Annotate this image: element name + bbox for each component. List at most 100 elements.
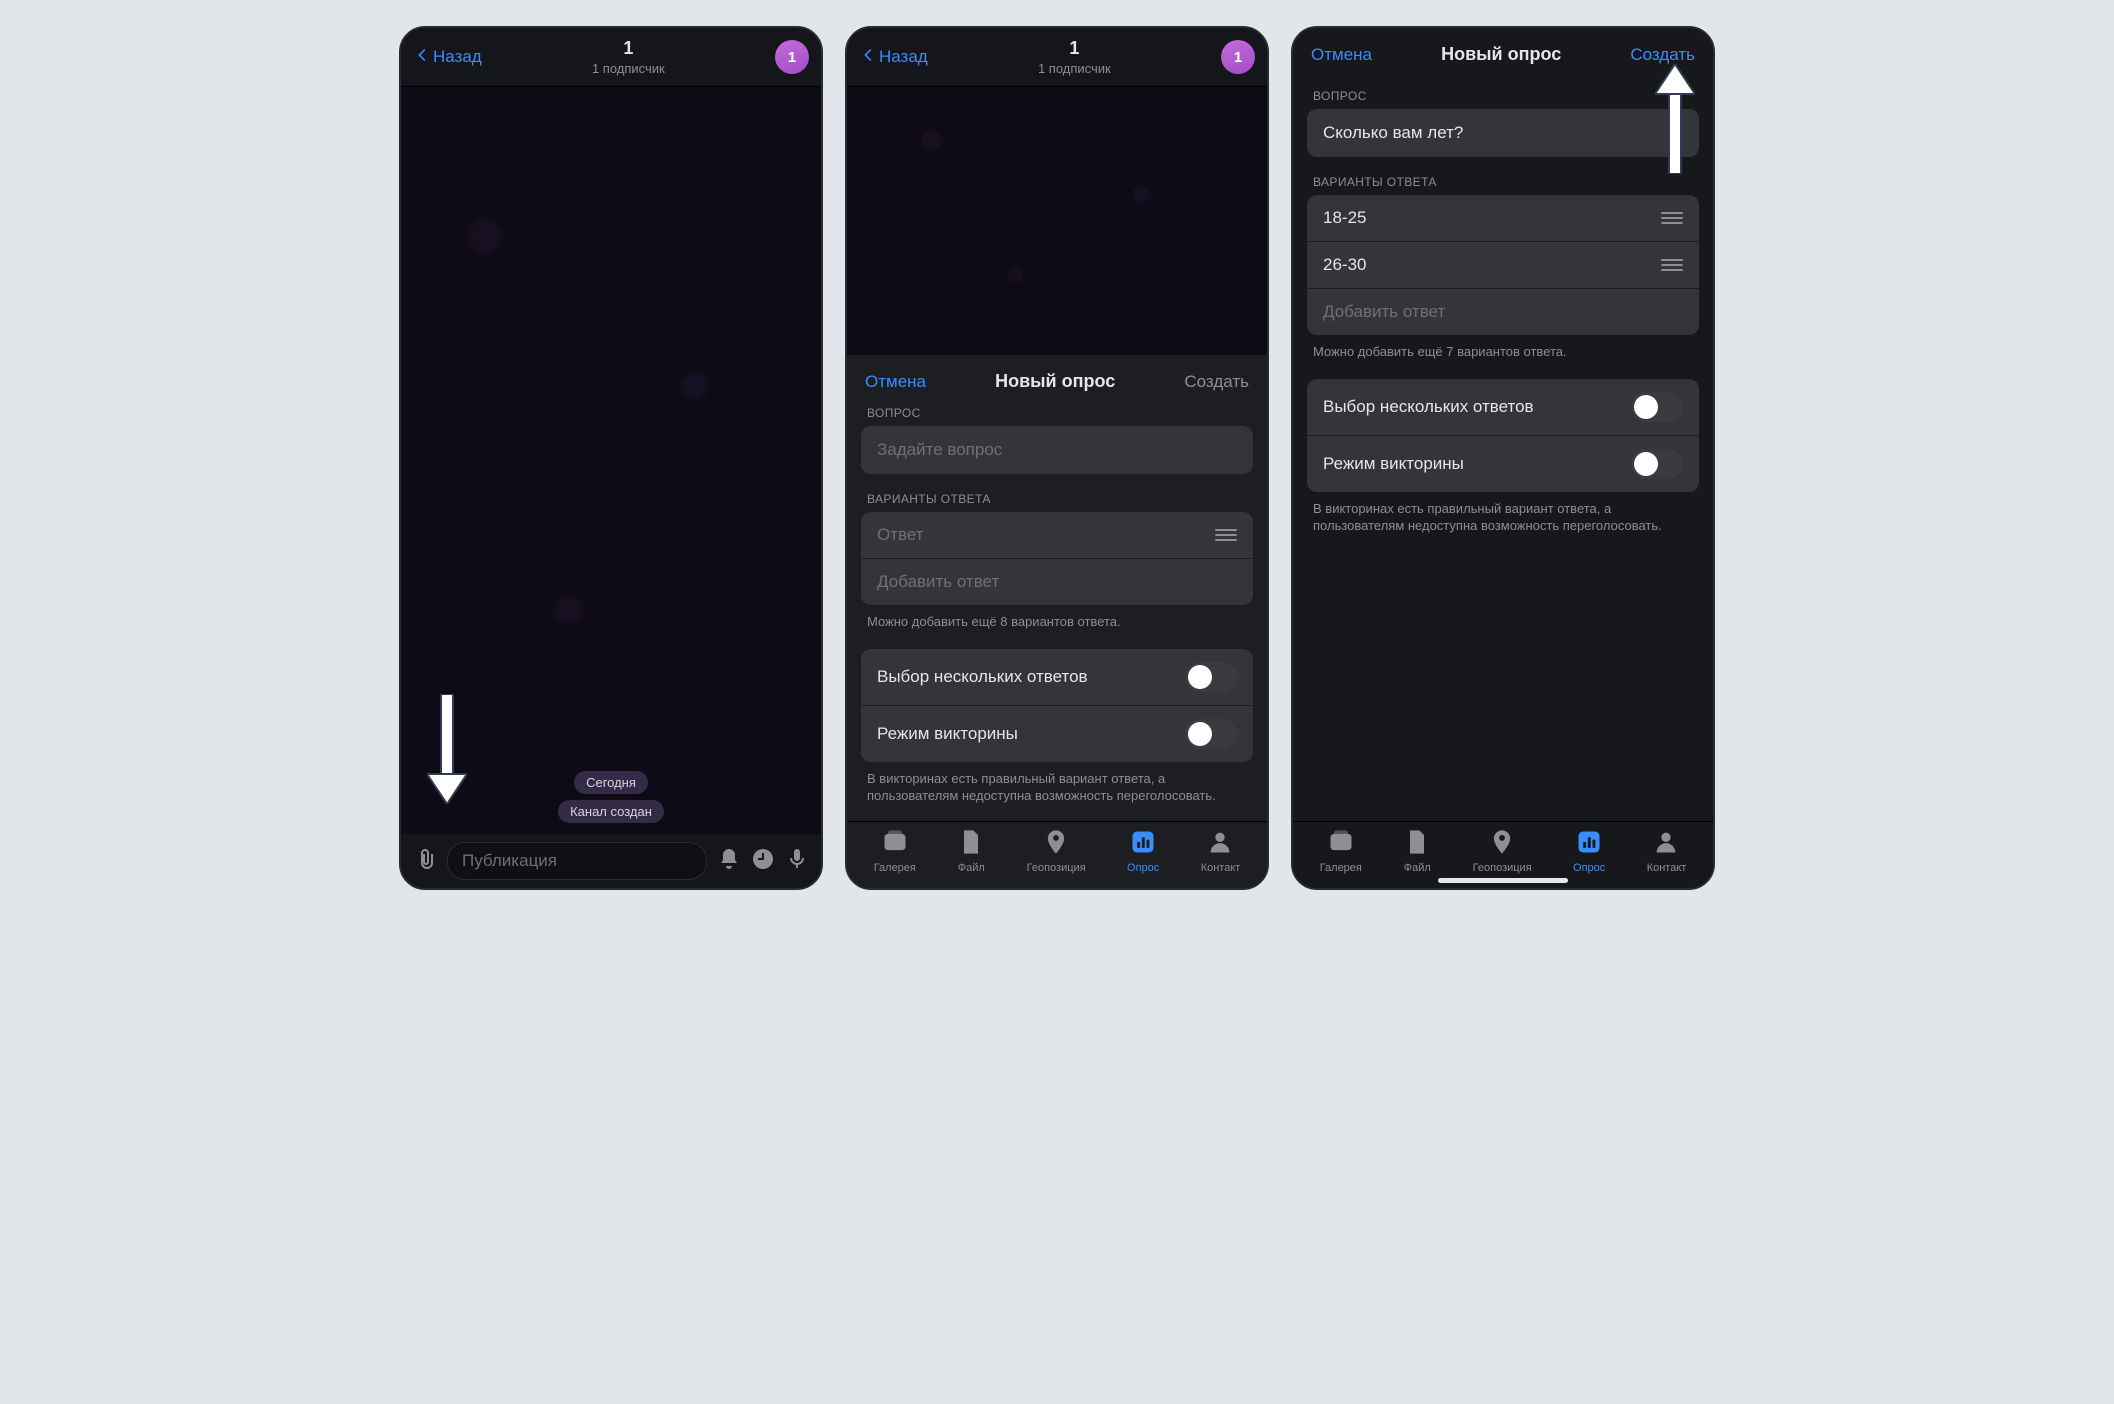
screen-chat: Назад 1 1 подписчик 1 Сегодня Канал созд… [399, 26, 823, 890]
tab-contact-label: Контакт [1647, 862, 1687, 874]
tab-gallery-label: Галерея [874, 862, 916, 874]
avatar-text: 1 [1234, 49, 1242, 66]
back-button[interactable]: Назад [413, 46, 482, 69]
poll-sheet[interactable]: ВОПРОС Сколько вам лет? ВАРИАНТЫ ОТВЕТА … [1293, 79, 1713, 821]
cancel-button[interactable]: Отмена [1311, 45, 1372, 65]
chevron-back-icon [413, 46, 431, 69]
toggle-multi-row: Выбор нескольких ответов [1307, 379, 1699, 435]
location-icon [1042, 828, 1070, 859]
question-value: Сколько вам лет? [1323, 123, 1463, 142]
chat-body[interactable]: Сегодня Канал создан [401, 87, 821, 834]
options-hint: Можно добавить ещё 8 вариантов ответа. [847, 613, 1267, 631]
tab-file-label: Файл [1404, 862, 1431, 874]
location-icon [1488, 828, 1516, 859]
question-placeholder: Задайте вопрос [877, 440, 1002, 459]
back-button[interactable]: Назад [859, 46, 928, 69]
add-option-placeholder: Добавить ответ [877, 572, 999, 592]
tab-location[interactable]: Геопозиция [1027, 828, 1086, 874]
poll-sheet-header: Отмена Новый опрос Создать [847, 355, 1267, 406]
chat-title-block[interactable]: 1 1 подписчик [490, 38, 767, 76]
toggles-group: Выбор нескольких ответов Режим викторины [1307, 379, 1699, 492]
attach-tabbar: Галерея Файл Геопозиция Опрос Контакт [847, 821, 1267, 888]
chat-title: 1 [936, 38, 1213, 59]
poll-icon [1129, 828, 1157, 859]
options-hint: Можно добавить ещё 7 вариантов ответа. [1293, 343, 1713, 361]
tab-contact[interactable]: Контакт [1201, 828, 1241, 874]
file-icon [1403, 828, 1431, 859]
poll-icon [1575, 828, 1603, 859]
create-button[interactable]: Создать [1184, 372, 1249, 392]
question-input[interactable]: Задайте вопрос [861, 426, 1253, 474]
poll-sheet[interactable]: ВОПРОС Задайте вопрос ВАРИАНТЫ ОТВЕТА От… [847, 406, 1267, 821]
sheet-title: Новый опрос [1441, 44, 1561, 65]
avatar-text: 1 [788, 49, 796, 66]
tab-file[interactable]: Файл [957, 828, 985, 874]
chat-header: Назад 1 1 подписчик 1 [847, 28, 1267, 87]
option-row[interactable]: 18-25 [1307, 195, 1699, 241]
chat-background [401, 87, 821, 834]
option-placeholder: Ответ [877, 525, 924, 545]
option-value: 18-25 [1323, 208, 1366, 228]
schedule-icon[interactable] [751, 847, 775, 876]
reorder-handle-icon[interactable] [1661, 259, 1683, 271]
contact-icon [1206, 828, 1234, 859]
toggle-multi-label: Выбор нескольких ответов [1323, 397, 1534, 417]
option-input[interactable]: Ответ [861, 512, 1253, 558]
options-section-label: ВАРИАНТЫ ОТВЕТА [847, 492, 1267, 506]
toggle-quiz[interactable] [1185, 719, 1237, 749]
options-section-label: ВАРИАНТЫ ОТВЕТА [1293, 175, 1713, 189]
option-row[interactable]: 26-30 [1307, 241, 1699, 288]
tab-location[interactable]: Геопозиция [1473, 828, 1532, 874]
toggle-quiz-label: Режим викторины [1323, 454, 1464, 474]
tab-gallery[interactable]: Галерея [1320, 828, 1362, 874]
avatar[interactable]: 1 [1221, 40, 1255, 74]
tab-gallery[interactable]: Галерея [874, 828, 916, 874]
contact-icon [1652, 828, 1680, 859]
create-button[interactable]: Создать [1630, 45, 1695, 65]
chat-subtitle: 1 подписчик [936, 61, 1213, 76]
gallery-icon [1327, 828, 1355, 859]
message-input[interactable]: Публикация [447, 842, 707, 880]
toggle-quiz-row: Режим викторины [861, 705, 1253, 762]
poll-sheet-header: Отмена Новый опрос Создать [1293, 28, 1713, 79]
question-section-label: ВОПРОС [1293, 89, 1713, 103]
toggle-multi[interactable] [1185, 662, 1237, 692]
avatar[interactable]: 1 [775, 40, 809, 74]
chat-title: 1 [490, 38, 767, 59]
reorder-handle-icon[interactable] [1215, 529, 1237, 541]
question-input[interactable]: Сколько вам лет? [1307, 109, 1699, 157]
reorder-handle-icon[interactable] [1661, 212, 1683, 224]
add-option-input[interactable]: Добавить ответ [1307, 288, 1699, 335]
add-option-input[interactable]: Добавить ответ [861, 558, 1253, 605]
cancel-button[interactable]: Отмена [865, 372, 926, 392]
chat-title-block[interactable]: 1 1 подписчик [936, 38, 1213, 76]
chat-header: Назад 1 1 подписчик 1 [401, 28, 821, 87]
silent-icon[interactable] [717, 847, 741, 876]
tab-poll[interactable]: Опрос [1127, 828, 1159, 874]
message-input-bar: Публикация [401, 834, 821, 888]
date-pill: Сегодня [574, 771, 648, 794]
attach-icon[interactable] [413, 847, 437, 876]
toggle-multi[interactable] [1631, 392, 1683, 422]
chat-body [847, 87, 1267, 355]
chat-subtitle: 1 подписчик [490, 61, 767, 76]
system-message-channel-created: Канал создан [558, 800, 664, 823]
tab-contact[interactable]: Контакт [1647, 828, 1687, 874]
add-option-placeholder: Добавить ответ [1323, 302, 1445, 322]
mic-icon[interactable] [785, 847, 809, 876]
option-value: 26-30 [1323, 255, 1366, 275]
toggle-quiz[interactable] [1631, 449, 1683, 479]
chevron-back-icon [859, 46, 877, 69]
tab-file-label: Файл [958, 862, 985, 874]
quiz-hint: В викторинах есть правильный вариант отв… [847, 770, 1267, 805]
tab-poll-label: Опрос [1127, 862, 1159, 874]
sheet-title: Новый опрос [995, 371, 1115, 392]
toggle-quiz-row: Режим викторины [1307, 435, 1699, 492]
tab-location-label: Геопозиция [1027, 862, 1086, 874]
question-section-label: ВОПРОС [847, 406, 1267, 420]
tab-poll[interactable]: Опрос [1573, 828, 1605, 874]
tab-file[interactable]: Файл [1403, 828, 1431, 874]
tab-contact-label: Контакт [1201, 862, 1241, 874]
tab-gallery-label: Галерея [1320, 862, 1362, 874]
toggles-group: Выбор нескольких ответов Режим викторины [861, 649, 1253, 762]
